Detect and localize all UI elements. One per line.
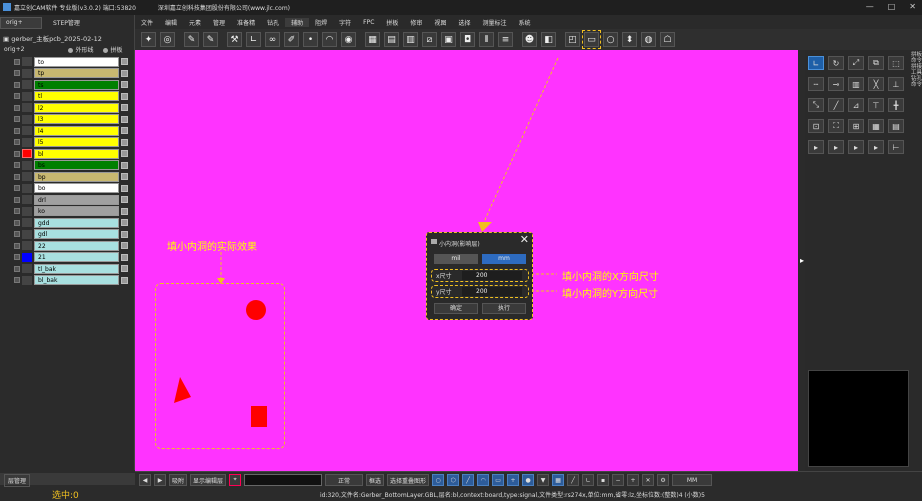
right-tool-17-icon[interactable]: ⊞ xyxy=(848,119,864,133)
right-tool-15-icon[interactable]: ⊡ xyxy=(808,119,824,133)
box-select-button[interactable]: 框选 xyxy=(366,474,385,486)
right-tool-5-icon[interactable]: ╌ xyxy=(808,77,824,91)
right-tool-8-icon[interactable]: ╳ xyxy=(868,77,884,91)
right-tool-11-icon[interactable]: ╱ xyxy=(828,98,844,112)
pad-icon[interactable]: ● xyxy=(522,474,535,486)
right-tool-18-icon[interactable]: ▦ xyxy=(868,119,884,133)
dialog-title: 小内洞(影响层) xyxy=(439,241,480,248)
right-tool-12-icon[interactable]: ⊿ xyxy=(848,98,864,112)
right-tool-4-icon[interactable]: ⬚ xyxy=(888,56,904,70)
fill-hole-dialog: 小内洞(影响层) ✕ mil mm x尺寸 200 y尺寸 200 确定 执行 xyxy=(426,232,533,320)
annotation-effect: 填小内洞的实际效果 xyxy=(167,242,257,253)
right-tool-22-icon[interactable]: ▸ xyxy=(848,140,864,154)
draw-line-icon[interactable]: ╱ xyxy=(567,474,580,486)
x-size-row: x尺寸 200 xyxy=(431,269,529,282)
unit-mm-button[interactable]: mm xyxy=(482,254,526,264)
next-icon[interactable]: ▶ xyxy=(154,474,166,486)
annotation-y-dim: 填小内洞的Y方向尺寸 xyxy=(562,289,659,300)
right-tool-24-icon[interactable]: ⊢ xyxy=(888,140,904,154)
arrow-head-dialog xyxy=(478,222,492,232)
right-sidebar-labels[interactable]: 拼板命令 拼接工具 钻孔命令 xyxy=(911,52,922,172)
right-tool-1-icon[interactable]: ↻ xyxy=(828,56,844,70)
right-tool-10-icon[interactable]: ⤡ xyxy=(808,98,824,112)
command-input[interactable] xyxy=(244,474,323,486)
settings-icon[interactable]: ⚙ xyxy=(657,474,670,486)
right-tool-6-icon[interactable]: ⊸ xyxy=(828,77,844,91)
minus-icon[interactable]: − xyxy=(612,474,625,486)
unit-mil-button[interactable]: mil xyxy=(434,254,478,264)
y-size-row: y尺寸 200 xyxy=(431,285,529,298)
unit-select[interactable]: MM xyxy=(672,474,713,486)
minimap[interactable] xyxy=(808,370,909,467)
y-size-label: y尺寸 xyxy=(436,289,452,296)
right-tool-7-icon[interactable]: ▥ xyxy=(848,77,864,91)
right-tool-14-icon[interactable]: ╋ xyxy=(888,98,904,112)
right-tool-21-icon[interactable]: ▸ xyxy=(828,140,844,154)
grid-view-icon[interactable]: ▦ xyxy=(552,474,565,486)
right-tool-19-icon[interactable]: ▤ xyxy=(888,119,904,133)
ok-button[interactable]: 确定 xyxy=(434,303,478,314)
add-icon[interactable]: + xyxy=(507,474,520,486)
execute-button[interactable]: 执行 xyxy=(482,303,526,314)
right-tool-3-icon[interactable]: ⧉ xyxy=(868,56,884,70)
bottom-bar: ◀ ▶ 吸附 显示编辑层 ⌖ 正常 框选 选择重叠图形 ○ ⬡ ╱ ◠ ▭ + … xyxy=(135,471,922,488)
snap-select[interactable]: 吸附 xyxy=(169,474,188,486)
right-tool-16-icon[interactable]: ⛶ xyxy=(828,119,844,133)
plus-icon[interactable]: + xyxy=(627,474,640,486)
line-angle-icon[interactable]: ∟ xyxy=(582,474,595,486)
right-tool-13-icon[interactable]: ⊤ xyxy=(868,98,884,112)
cross-icon[interactable]: ✕ xyxy=(642,474,655,486)
right-tool-2-icon[interactable]: ⤢ xyxy=(848,56,864,70)
line-select-icon[interactable]: ╱ xyxy=(462,474,475,486)
right-tool-9-icon[interactable]: ⊥ xyxy=(888,77,904,91)
show-edit-layer-button[interactable]: 显示编辑层 xyxy=(190,474,227,486)
crosshair-icon[interactable]: ⌖ xyxy=(229,474,242,486)
status-bar: id:320,文件名:Gerber_BottomLayer.GBL,层名:bl,… xyxy=(320,492,705,499)
prev-icon[interactable]: ◀ xyxy=(139,474,151,486)
x-size-label: x尺寸 xyxy=(436,273,452,280)
annotation-x-dim: 填小内洞的X方向尺寸 xyxy=(562,272,659,283)
arrow-line-to-dialog xyxy=(483,57,559,223)
circle-select-icon[interactable]: ○ xyxy=(432,474,445,486)
overlap-select-button[interactable]: 选择重叠图形 xyxy=(387,474,430,486)
arc-select-icon[interactable]: ◠ xyxy=(477,474,490,486)
polygon-select-icon[interactable]: ⬡ xyxy=(447,474,460,486)
filter-icon[interactable]: ▼ xyxy=(537,474,550,486)
right-tool-0-icon[interactable]: ∟ xyxy=(808,56,824,70)
x-size-input[interactable]: 200 xyxy=(462,271,522,280)
effect-demo-box xyxy=(155,283,285,449)
line-mode-select[interactable]: 正常 xyxy=(325,474,364,486)
dialog-icon xyxy=(431,239,437,244)
right-tool-23-icon[interactable]: ▸ xyxy=(868,140,884,154)
expand-right-icon[interactable]: ▸ xyxy=(800,256,804,265)
y-size-input[interactable]: 200 xyxy=(462,287,522,296)
rect-select-icon[interactable]: ▭ xyxy=(492,474,505,486)
pad-draw-icon[interactable]: ▪ xyxy=(597,474,610,486)
right-tool-20-icon[interactable]: ▸ xyxy=(808,140,824,154)
dialog-close-button[interactable]: ✕ xyxy=(520,233,529,246)
